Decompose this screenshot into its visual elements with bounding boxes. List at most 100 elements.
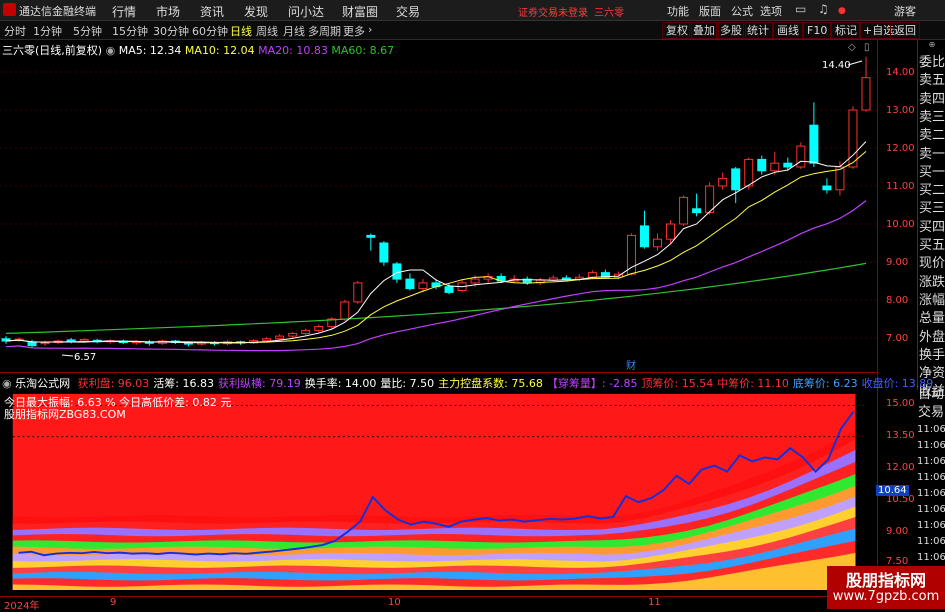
- menu-item-wealth[interactable]: 财富圈: [342, 3, 378, 20]
- sub-tick: 12.00: [886, 462, 915, 473]
- side-label[interactable]: 委比: [918, 54, 945, 72]
- side-label[interactable]: 买五: [918, 237, 945, 255]
- indicator-value: 活筹: 16.83: [153, 377, 215, 390]
- menu-options[interactable]: 选项: [760, 3, 782, 19]
- period-60min[interactable]: 60分钟: [192, 23, 228, 39]
- side-label[interactable]: 买二: [918, 182, 945, 200]
- side-label[interactable]: 卖三: [918, 109, 945, 127]
- candlestick-chart[interactable]: 14.40 6.57 财: [0, 40, 877, 372]
- candle-body: [379, 242, 389, 263]
- side-label[interactable]: 总量: [918, 310, 945, 328]
- price-tick: 14.00: [886, 67, 915, 78]
- period-daily[interactable]: 日线: [230, 23, 252, 39]
- candle-body: [796, 145, 806, 168]
- period-30min[interactable]: 30分钟: [153, 23, 189, 39]
- side-label[interactable]: 现价: [918, 255, 945, 273]
- menu-item-trade[interactable]: 交易: [396, 3, 420, 20]
- settings-icon[interactable]: ◉: [2, 377, 12, 390]
- menu-item-news[interactable]: 资讯: [200, 3, 224, 20]
- candle-body: [835, 166, 845, 191]
- period-weekly[interactable]: 周线: [256, 23, 278, 39]
- side-label[interactable]: 买三: [918, 200, 945, 218]
- candle-body: [366, 234, 376, 238]
- candle-body: [848, 109, 858, 168]
- guest-label[interactable]: 游客: [894, 3, 916, 19]
- candle-body: [470, 278, 480, 284]
- candle-body: [444, 286, 454, 293]
- side-label[interactable]: 卖五: [918, 72, 945, 90]
- menu-formula[interactable]: 公式: [731, 3, 753, 19]
- indicator-name[interactable]: 乐淘公式网: [15, 377, 70, 390]
- date-tick: 2024年: [4, 601, 40, 612]
- settings-icon[interactable]: ◉: [106, 44, 116, 57]
- period-more[interactable]: 更多: [343, 23, 365, 39]
- notice-badge-icon[interactable]: ●: [838, 2, 846, 16]
- side-label[interactable]: 卖二: [918, 127, 945, 145]
- diamond-icon[interactable]: ◇: [848, 42, 856, 53]
- candle-body: [770, 162, 780, 172]
- tab-stats[interactable]: 统计: [743, 22, 773, 39]
- side-label[interactable]: 买一: [918, 164, 945, 182]
- low-price-label: 6.57: [74, 352, 96, 363]
- ticker-time: 11:06: [917, 424, 945, 435]
- candle-body: [288, 332, 298, 337]
- side-label[interactable]: 涨幅: [918, 292, 945, 310]
- menu-item-discover[interactable]: 发现: [244, 3, 268, 20]
- period-multi[interactable]: 多周期: [308, 23, 341, 39]
- menu-function[interactable]: 功能: [667, 3, 689, 19]
- chip-distribution-chart[interactable]: [0, 390, 877, 590]
- indicator-value: 主力控盘系数: 75.68: [438, 377, 543, 390]
- side-label[interactable]: 换手: [918, 347, 945, 365]
- side-label[interactable]: 交易: [917, 404, 945, 422]
- tab-f10[interactable]: F10: [803, 22, 832, 39]
- quote-sidebar: ⊕ 委比 卖五 卖四 卖三 卖二 卖一 买一 买二 买三 买四 买五 现价 涨跌 涨幅 总量 外盘 换手 净资 收益: [917, 40, 945, 399]
- bell-icon[interactable]: ♫: [818, 2, 829, 16]
- price-tick: 13.00: [886, 105, 915, 116]
- price-tick: 11.00: [886, 181, 915, 192]
- date-axis: 2024年 9 10 11: [0, 596, 877, 612]
- tab-adjust[interactable]: 复权: [662, 22, 692, 39]
- tab-draw[interactable]: 画线: [773, 22, 803, 39]
- period-5min[interactable]: 5分钟: [73, 23, 102, 39]
- skin-icon[interactable]: ▭: [795, 2, 806, 16]
- period-15min[interactable]: 15分钟: [112, 23, 148, 39]
- candle-body: [783, 162, 793, 168]
- candle-body: [405, 278, 415, 290]
- source-text: 股朋指标网ZBG83.COM: [4, 408, 126, 421]
- indicator-value: 底筹价: 6.23: [792, 377, 858, 390]
- ticker-time: 11:06: [917, 472, 945, 483]
- side-label[interactable]: 自动: [917, 386, 945, 404]
- side-label[interactable]: 卖四: [918, 91, 945, 109]
- tab-mark[interactable]: 标记: [831, 22, 861, 39]
- period-monthly[interactable]: 月线: [283, 23, 305, 39]
- tab-multistock[interactable]: 多股: [716, 22, 746, 39]
- menu-layout[interactable]: 版面: [699, 3, 721, 19]
- candle-body: [262, 338, 272, 342]
- menu-item-quotes[interactable]: 行情: [112, 3, 136, 20]
- zoom-icon[interactable]: ⊕: [918, 40, 945, 54]
- period-1min[interactable]: 1分钟: [33, 23, 62, 39]
- panel-separator[interactable]: [0, 372, 877, 373]
- candle-body: [340, 301, 350, 320]
- candle-body: [692, 208, 702, 214]
- side-label[interactable]: 外盘: [918, 329, 945, 347]
- side-label[interactable]: 涨跌: [918, 274, 945, 292]
- period-tick[interactable]: 分时: [4, 23, 26, 39]
- candle-body: [666, 223, 676, 240]
- candle-body: [40, 342, 50, 345]
- current-value-badge: 10.64: [876, 485, 909, 496]
- tab-back[interactable]: 返回: [890, 22, 920, 39]
- candle-body: [353, 282, 363, 303]
- ticker-time: 11:06: [917, 504, 945, 515]
- side-label[interactable]: 卖一: [918, 146, 945, 164]
- watermark-line2: www.7gpzb.com: [832, 589, 940, 604]
- tab-overlay[interactable]: 叠加: [689, 22, 719, 39]
- indicator-value: 【穿筹量】: -2.85: [546, 377, 638, 390]
- chevron-right-icon[interactable]: ›: [368, 23, 372, 36]
- login-warning[interactable]: 证券交易未登录: [518, 4, 588, 19]
- side-label[interactable]: 买四: [918, 219, 945, 237]
- menu-item-ask[interactable]: 问小达: [288, 3, 324, 20]
- menu-item-market[interactable]: 市场: [156, 3, 180, 20]
- ticker-time: 11:06: [917, 488, 945, 499]
- maximize-icon[interactable]: ▯: [864, 42, 870, 53]
